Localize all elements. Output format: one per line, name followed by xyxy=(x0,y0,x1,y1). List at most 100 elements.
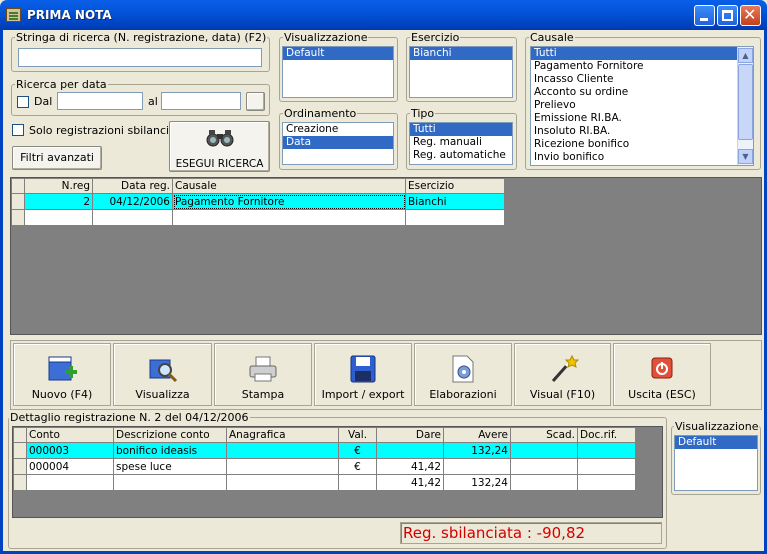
maximize-button[interactable] xyxy=(717,5,738,26)
new-clapper-icon xyxy=(48,356,77,381)
fiscal-year-item[interactable]: Bianchi xyxy=(410,47,512,60)
execute-search-button[interactable]: ESEGUI RICERCA xyxy=(169,121,270,172)
row-selector[interactable] xyxy=(13,458,27,475)
causale-item[interactable]: Pagamento Fornitore xyxy=(531,60,753,73)
causale-item[interactable]: Insoluto RI.BA. xyxy=(531,125,753,138)
col-header-conto[interactable]: Conto xyxy=(26,427,114,443)
type-item-tutti[interactable]: Tutti xyxy=(410,123,512,136)
cell-val[interactable]: € xyxy=(338,442,377,459)
sort-item-data[interactable]: Data xyxy=(283,136,393,149)
close-button[interactable]: ✕ xyxy=(740,5,761,26)
table-row[interactable]: 000003 bonifico ideasis € 132,24 xyxy=(13,442,636,459)
causale-list[interactable]: Tutti Pagamento Fornitore Incasso Client… xyxy=(530,46,754,166)
cell-avere[interactable]: 132,24 xyxy=(443,442,511,459)
new-button[interactable]: Nuovo (F4) xyxy=(13,343,111,406)
cell-empty[interactable] xyxy=(24,209,93,226)
type-item-automatic[interactable]: Reg. automatiche xyxy=(410,149,512,162)
table-row[interactable]: 000004 spese luce € 41,42 xyxy=(13,458,636,475)
scroll-up-icon[interactable]: ▲ xyxy=(738,48,753,63)
causale-scrollbar[interactable]: ▲ ▼ xyxy=(737,47,753,165)
cell-avere[interactable] xyxy=(443,458,511,475)
date-to-field[interactable] xyxy=(161,92,241,110)
col-header-causale[interactable]: Causale xyxy=(172,178,406,194)
visual-button[interactable]: Visual (F10) xyxy=(514,343,611,406)
view-item[interactable]: Default xyxy=(283,47,393,60)
import-export-button[interactable]: Import / export xyxy=(314,343,412,406)
causale-item[interactable]: Invio bonifico xyxy=(531,151,753,164)
causale-item[interactable]: Tutti xyxy=(531,47,753,60)
col-header-val[interactable]: Val. xyxy=(338,427,377,443)
col-header-esercizio[interactable]: Esercizio xyxy=(405,178,505,194)
search-input[interactable] xyxy=(18,48,262,67)
view-list[interactable]: Default xyxy=(282,46,394,98)
row-selector[interactable] xyxy=(11,209,25,226)
date-from-field[interactable] xyxy=(57,92,143,110)
cell-data[interactable]: 04/12/2006 xyxy=(92,193,173,210)
causale-item[interactable]: Prelievo xyxy=(531,99,753,112)
detail-view-list[interactable]: Default xyxy=(674,435,758,491)
col-header-dare[interactable]: Dare xyxy=(376,427,444,443)
sort-list[interactable]: Creazione Data xyxy=(282,122,394,165)
processing-button[interactable]: Elaborazioni xyxy=(414,343,512,406)
cell-empty[interactable] xyxy=(172,209,406,226)
sort-item-creazione[interactable]: Creazione xyxy=(283,123,393,136)
fiscal-year-list[interactable]: Bianchi xyxy=(409,46,513,98)
cell-empty[interactable] xyxy=(405,209,505,226)
cell-descrizione[interactable]: spese luce xyxy=(113,458,227,475)
cell-scad[interactable] xyxy=(510,442,578,459)
causale-item[interactable]: Ricezione bonifico xyxy=(531,138,753,151)
exit-button[interactable]: Uscita (ESC) xyxy=(613,343,711,406)
col-header-data[interactable]: Data reg. xyxy=(92,178,173,194)
cell-empty[interactable] xyxy=(92,209,173,226)
print-button-label: Stampa xyxy=(241,388,285,401)
col-header-nreg[interactable]: N.reg xyxy=(24,178,93,194)
scroll-down-icon[interactable]: ▼ xyxy=(738,149,753,164)
type-list[interactable]: Tutti Reg. manuali Reg. automatiche xyxy=(409,122,513,165)
causale-item[interactable]: Emissione RI.BA. xyxy=(531,112,753,125)
causale-item[interactable]: Incasso Cliente xyxy=(531,73,753,86)
cell-conto[interactable]: 000003 xyxy=(26,442,114,459)
col-header-scad[interactable]: Scad. xyxy=(510,427,578,443)
view-button[interactable]: Visualizza xyxy=(113,343,212,406)
cell-nreg[interactable]: 2 xyxy=(24,193,93,210)
cell-anagrafica[interactable] xyxy=(226,442,339,459)
results-grid[interactable]: N.reg Data reg. Causale Esercizio 2 04/1… xyxy=(10,177,762,335)
date-picker-button[interactable] xyxy=(246,92,265,111)
cell-conto[interactable]: 000004 xyxy=(26,458,114,475)
cell-empty xyxy=(338,474,377,491)
cell-dare[interactable]: 41,42 xyxy=(376,458,444,475)
table-row-empty[interactable] xyxy=(11,209,505,226)
detail-view-item[interactable]: Default xyxy=(675,436,757,449)
unbalanced-checkbox[interactable] xyxy=(12,124,24,136)
binoculars-icon xyxy=(206,130,234,147)
col-header-anagrafica[interactable]: Anagrafica xyxy=(226,427,339,443)
cell-scad[interactable] xyxy=(510,458,578,475)
magic-wand-icon xyxy=(551,354,579,382)
col-header-avere[interactable]: Avere xyxy=(443,427,511,443)
unbalanced-status: Reg. sbilanciata : -90,82 xyxy=(400,522,662,544)
col-header-docrif[interactable]: Doc.rif. xyxy=(577,427,636,443)
window-title: PRIMA NOTA xyxy=(27,8,112,22)
cell-descrizione[interactable]: bonifico ideasis xyxy=(113,442,227,459)
advanced-filters-button[interactable]: Filtri avanzati xyxy=(12,146,102,170)
scroll-thumb[interactable] xyxy=(738,64,753,140)
cell-causale[interactable]: Pagamento Fornitore xyxy=(172,193,406,210)
row-selector[interactable] xyxy=(13,442,27,459)
cell-docrif[interactable] xyxy=(577,458,636,475)
date-checkbox[interactable] xyxy=(17,96,29,108)
cell-dare[interactable] xyxy=(376,442,444,459)
table-row[interactable]: 2 04/12/2006 Pagamento Fornitore Bianchi xyxy=(11,193,505,210)
title-bar[interactable]: PRIMA NOTA ✕ xyxy=(0,0,767,30)
cell-docrif[interactable] xyxy=(577,442,636,459)
detail-grid[interactable]: Conto Descrizione conto Anagrafica Val. … xyxy=(12,426,663,518)
print-button[interactable]: Stampa xyxy=(214,343,312,406)
minimize-button[interactable] xyxy=(694,5,715,26)
col-header-descrizione[interactable]: Descrizione conto xyxy=(113,427,227,443)
causale-item[interactable]: Acconto su ordine xyxy=(531,86,753,99)
cell-esercizio[interactable]: Bianchi xyxy=(405,193,505,210)
row-selector[interactable] xyxy=(11,193,25,210)
type-legend: Tipo xyxy=(411,107,435,120)
cell-anagrafica[interactable] xyxy=(226,458,339,475)
cell-val[interactable]: € xyxy=(338,458,377,475)
type-item-manual[interactable]: Reg. manuali xyxy=(410,136,512,149)
